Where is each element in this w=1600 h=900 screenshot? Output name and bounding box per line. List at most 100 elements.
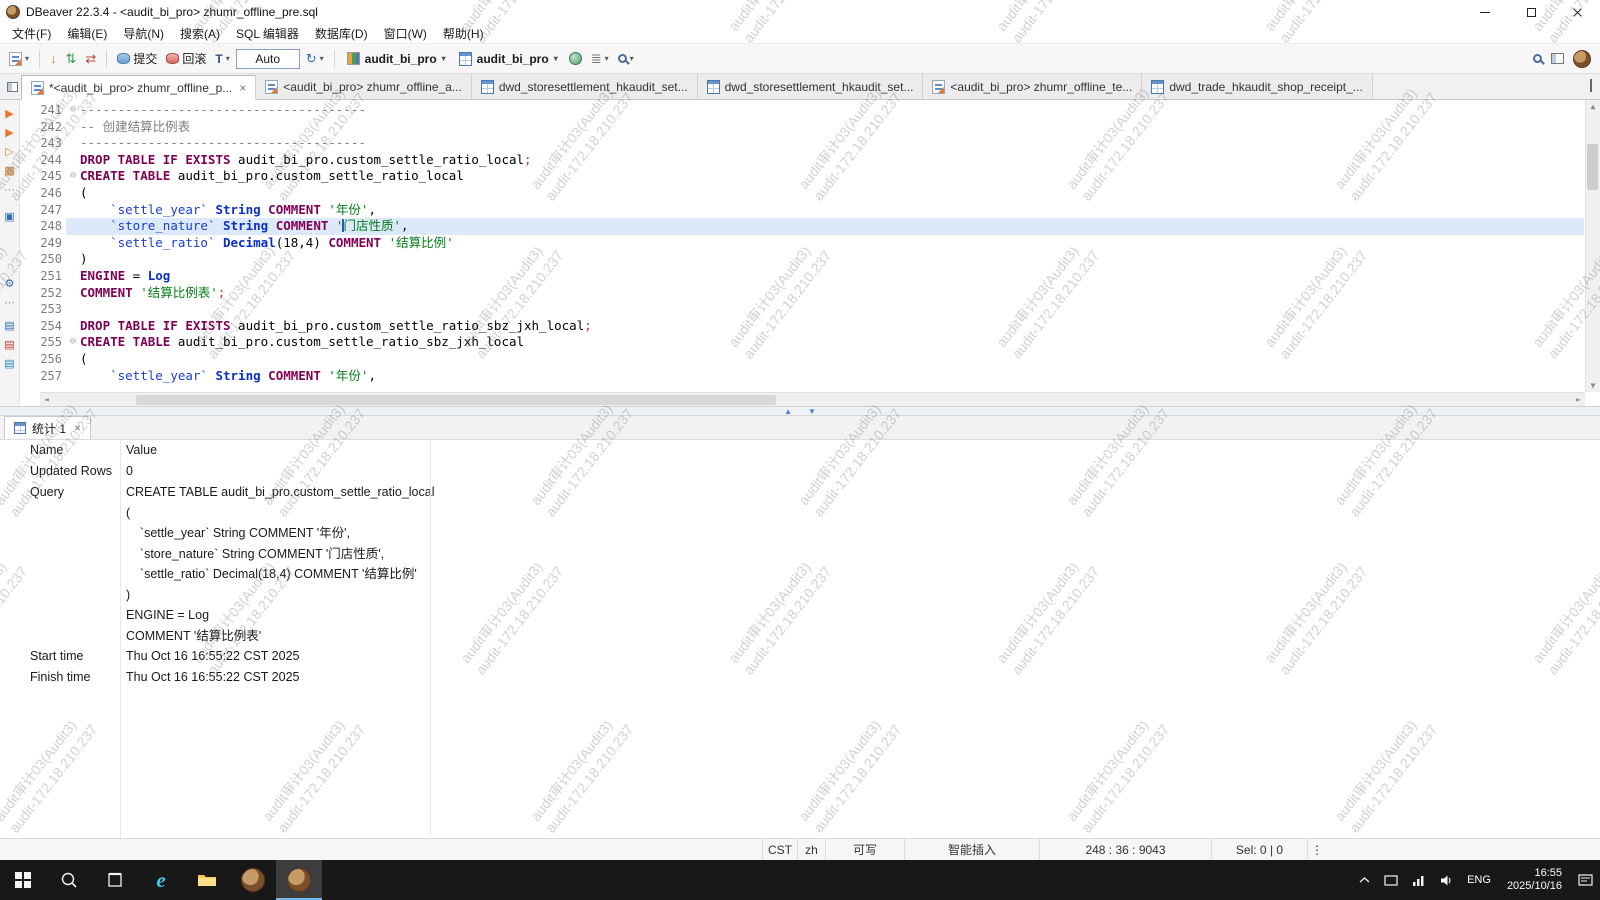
code-line[interactable]: 247 `settle_year` String COMMENT '年份', bbox=[20, 202, 1584, 219]
column-divider[interactable] bbox=[120, 440, 121, 838]
scroll-up-icon[interactable]: ▲ bbox=[1591, 102, 1596, 111]
code-line[interactable]: 248 `store_nature` String COMMENT '门店性质'… bbox=[20, 218, 1584, 235]
file-explorer-button[interactable] bbox=[184, 860, 230, 900]
quick-access-search-button[interactable] bbox=[1530, 52, 1545, 65]
menu-item-5[interactable]: 数据库(D) bbox=[307, 23, 376, 44]
dbeaver-taskbar-button-active[interactable] bbox=[276, 860, 322, 900]
taskbar-search-button[interactable] bbox=[46, 860, 92, 900]
code-line[interactable]: 245 ⊖ CREATE TABLE audit_bi_pro.custom_set… bbox=[20, 168, 1584, 185]
close-tab-icon[interactable]: × bbox=[239, 81, 246, 95]
code-line[interactable]: 251 ENGINE = Log bbox=[20, 268, 1584, 285]
code-line[interactable]: 249 `settle_ratio` Decimal(18,4) COMMENT… bbox=[20, 235, 1584, 252]
scroll-down-icon[interactable]: ▼ bbox=[1591, 381, 1596, 390]
sql-console-icon[interactable]: ▣ bbox=[4, 211, 14, 223]
explain-plan-icon[interactable]: ▦ bbox=[4, 165, 14, 177]
minimize-button[interactable] bbox=[1462, 0, 1508, 24]
code-line[interactable]: 244 DROP TABLE IF EXISTS audit_bi_pro.cus… bbox=[20, 152, 1584, 169]
statusbar-selection[interactable]: Sel: 0 | 0 bbox=[1212, 839, 1308, 860]
maximize-button[interactable] bbox=[1508, 0, 1554, 24]
new-sql-editor-button[interactable]: ▾ bbox=[6, 50, 32, 68]
commit-mode-combo[interactable]: Auto bbox=[235, 48, 300, 69]
action-center-button[interactable] bbox=[1571, 860, 1600, 900]
code-line[interactable]: 256 ( bbox=[20, 351, 1584, 368]
isolation-level-button[interactable]: ≣ ▾ bbox=[588, 50, 612, 67]
splitter-down-icon[interactable]: ▼ bbox=[808, 407, 816, 416]
code-line[interactable]: 246 ( bbox=[20, 185, 1584, 202]
code-area[interactable]: 241 ⊖ ------------------------------------… bbox=[20, 100, 1600, 406]
code-line[interactable]: 255 ⊖ CREATE TABLE audit_bi_pro.custom_set… bbox=[20, 334, 1584, 351]
statusbar-writable[interactable]: 可写 bbox=[826, 839, 905, 860]
dbeaver-logo-button[interactable] bbox=[1570, 48, 1594, 70]
export-script-icon[interactable]: ▤ bbox=[4, 358, 14, 370]
close-button[interactable] bbox=[1554, 0, 1600, 24]
search-dropdown-button[interactable]: ▾ bbox=[615, 52, 637, 65]
vertical-scroll-thumb[interactable] bbox=[1587, 144, 1598, 190]
fold-collapse-icon[interactable]: ⊖ bbox=[66, 102, 80, 119]
statusbar-language[interactable]: zh bbox=[798, 839, 826, 860]
internet-explorer-button[interactable]: e bbox=[138, 860, 184, 900]
stats-row-3[interactable]: Finish time Thu Oct 16 16:55:22 CST 2025 bbox=[0, 667, 1600, 688]
settings-icon[interactable]: ⚙ bbox=[5, 278, 15, 290]
horizontal-scroll-thumb[interactable] bbox=[136, 395, 776, 405]
tray-tablet-button[interactable] bbox=[1377, 860, 1405, 900]
code-line[interactable]: 243 -------------------------------------… bbox=[20, 135, 1584, 152]
close-tab-icon[interactable]: × bbox=[74, 421, 81, 435]
tray-volume-button[interactable] bbox=[1433, 860, 1460, 900]
task-view-button[interactable] bbox=[92, 860, 138, 900]
scroll-left-icon[interactable]: ◄ bbox=[44, 395, 49, 404]
refresh-timer-button[interactable]: ↻ ▾ bbox=[303, 50, 327, 67]
statusbar-cursor-position[interactable]: 248 : 36 : 9043 bbox=[1040, 839, 1212, 860]
menu-item-1[interactable]: 编辑(E) bbox=[59, 23, 115, 44]
commit-button[interactable]: 提交 bbox=[114, 48, 160, 69]
horizontal-scrollbar[interactable]: ◄ ► bbox=[40, 392, 1585, 406]
restore-view-button[interactable] bbox=[4, 74, 21, 99]
scroll-right-icon[interactable]: ► bbox=[1576, 395, 1581, 404]
menu-item-6[interactable]: 窗口(W) bbox=[376, 23, 435, 44]
menu-item-0[interactable]: 文件(F) bbox=[4, 23, 59, 44]
execute-script-icon[interactable]: ▶ bbox=[5, 127, 13, 139]
menu-item-2[interactable]: 导航(N) bbox=[115, 23, 172, 44]
editor-tab-1[interactable]: <audit_bi_pro> zhumr_offline_a... bbox=[256, 74, 472, 99]
dbeaver-taskbar-button[interactable] bbox=[230, 860, 276, 900]
execute-new-tab-icon[interactable]: ▷ bbox=[5, 146, 13, 158]
taskbar-clock[interactable]: 16:55 2025/10/16 bbox=[1498, 867, 1571, 893]
execute-statement-icon[interactable]: ▶ bbox=[5, 108, 13, 120]
rail-overflow-dots[interactable]: ⋯ bbox=[4, 184, 15, 196]
invalidate-connection-button[interactable]: ⇄ bbox=[82, 50, 99, 67]
column-divider[interactable] bbox=[430, 440, 431, 838]
transaction-mode-button[interactable]: T ▾ bbox=[212, 50, 232, 68]
editor-tab-4[interactable]: <audit_bi_pro> zhumr_offline_te... bbox=[923, 74, 1143, 99]
fold-collapse-icon[interactable]: ⊖ bbox=[66, 334, 80, 351]
load-script-icon[interactable]: ▤ bbox=[4, 320, 14, 332]
save-script-icon[interactable]: ▤ bbox=[4, 339, 14, 351]
code-line[interactable]: 257 `settle_year` String COMMENT '年份', bbox=[20, 368, 1584, 385]
stats-row-0[interactable]: Updated Rows 0 bbox=[0, 461, 1600, 482]
menu-item-4[interactable]: SQL 编辑器 bbox=[228, 23, 307, 44]
vertical-scrollbar[interactable]: ▲ ▼ bbox=[1585, 100, 1600, 392]
code-line[interactable]: 252 COMMENT '结算比例表'; bbox=[20, 285, 1584, 302]
fold-collapse-icon[interactable]: ⊖ bbox=[66, 168, 80, 185]
menu-item-7[interactable]: 帮助(H) bbox=[435, 23, 492, 44]
editor-tab-5[interactable]: dwd_trade_hkaudit_shop_receipt_... bbox=[1142, 74, 1373, 99]
code-line[interactable]: 241 ⊖ ------------------------------------… bbox=[20, 102, 1584, 119]
tray-network-button[interactable] bbox=[1405, 860, 1433, 900]
statusbar-insert-mode[interactable]: 智能插入 bbox=[905, 839, 1040, 860]
editor-tab-0[interactable]: *<audit_bi_pro> zhumr_offline_p... × bbox=[21, 75, 257, 100]
start-button[interactable] bbox=[0, 860, 46, 900]
schema-selector[interactable]: audit_bi_pro ▾ bbox=[454, 50, 563, 68]
reconnect-button[interactable]: ⇅ bbox=[63, 50, 80, 67]
editor-results-splitter[interactable]: ▲ ▼ bbox=[0, 406, 1600, 416]
maximize-panel-button[interactable] bbox=[1590, 79, 1592, 92]
code-line[interactable]: 250) bbox=[20, 251, 1584, 268]
perspective-button[interactable] bbox=[1548, 51, 1567, 66]
editor-tab-3[interactable]: dwd_storesettlement_hkaudit_set... bbox=[697, 74, 924, 99]
tab-statistics[interactable]: 统计 1 × bbox=[4, 416, 92, 439]
tray-expand-button[interactable] bbox=[1352, 860, 1377, 900]
statusbar-timezone[interactable]: CST bbox=[762, 839, 798, 860]
code-line[interactable]: 253 bbox=[20, 301, 1584, 318]
code-line[interactable]: 242 -- 创建结算比例表 bbox=[20, 119, 1584, 136]
stats-row-2[interactable]: Start time Thu Oct 16 16:55:22 CST 2025 bbox=[0, 646, 1600, 667]
fetch-button[interactable]: ↓ bbox=[47, 50, 60, 67]
code-line[interactable]: 254 DROP TABLE IF EXISTS audit_bi_pro.cus… bbox=[20, 318, 1584, 335]
database-selector[interactable]: audit_bi_pro ▾ bbox=[342, 50, 451, 68]
